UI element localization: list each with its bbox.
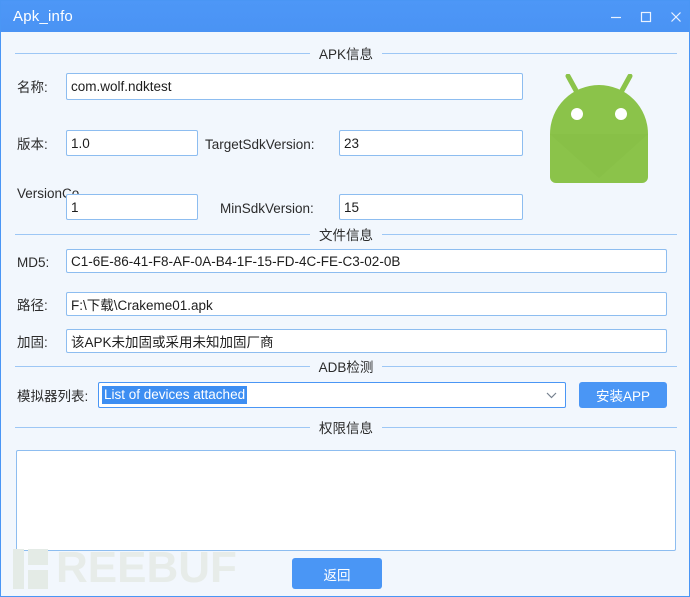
group-title-apk-info: APK信息 <box>319 47 374 62</box>
label-path: 路径: <box>17 298 48 313</box>
version-code-input[interactable] <box>66 194 198 220</box>
group-adb-check: ADB检测 <box>15 358 677 375</box>
apk-name-input[interactable] <box>66 73 523 100</box>
min-sdk-version-input[interactable] <box>339 194 523 220</box>
label-target-sdk-version: TargetSdkVersion: <box>205 137 315 152</box>
group-title-adb-check: ADB检测 <box>318 360 374 375</box>
group-title-permission-info: 权限信息 <box>319 421 373 436</box>
group-title-file-info: 文件信息 <box>319 228 373 243</box>
group-apk-info: APK信息 <box>15 45 677 62</box>
device-list-select[interactable]: List of devices attached <box>98 382 566 408</box>
chevron-down-icon <box>546 391 557 399</box>
freebuf-logo-icon <box>13 549 53 589</box>
window-controls <box>601 1 689 32</box>
install-app-button[interactable]: 安装APP <box>579 382 667 408</box>
title-bar: Apk_info <box>1 1 689 32</box>
label-version-code: VersionCo <box>17 186 80 201</box>
label-name: 名称: <box>17 80 48 95</box>
maximize-icon[interactable] <box>631 1 661 32</box>
label-md5: MD5: <box>17 255 50 270</box>
minimize-icon[interactable] <box>601 1 631 32</box>
freebuf-watermark-text: REEBUF <box>56 543 237 592</box>
label-packer: 加固: <box>17 335 48 350</box>
group-permission-info: 权限信息 <box>15 419 677 436</box>
apk-version-input[interactable] <box>66 130 198 156</box>
group-file-info: 文件信息 <box>15 226 677 243</box>
target-sdk-version-input[interactable] <box>339 130 523 156</box>
freebuf-watermark: REEBUF <box>13 543 237 592</box>
label-min-sdk-version: MinSdkVersion: <box>220 201 314 216</box>
close-icon[interactable] <box>661 1 689 32</box>
return-button[interactable]: 返回 <box>292 558 382 589</box>
label-version: 版本: <box>17 137 48 152</box>
label-device-list: 模拟器列表: <box>17 389 89 404</box>
android-robot-icon <box>550 74 648 183</box>
permission-info-textarea[interactable] <box>16 450 676 551</box>
device-list-selected-value: List of devices attached <box>102 386 248 404</box>
md5-input[interactable] <box>66 249 667 273</box>
apk-info-window: Apk_info APK信息 名称: 版本: TargetSdkVersion:… <box>0 0 690 597</box>
path-input[interactable] <box>66 292 667 316</box>
window-title: Apk_info <box>13 8 73 25</box>
packer-input[interactable] <box>66 329 667 353</box>
